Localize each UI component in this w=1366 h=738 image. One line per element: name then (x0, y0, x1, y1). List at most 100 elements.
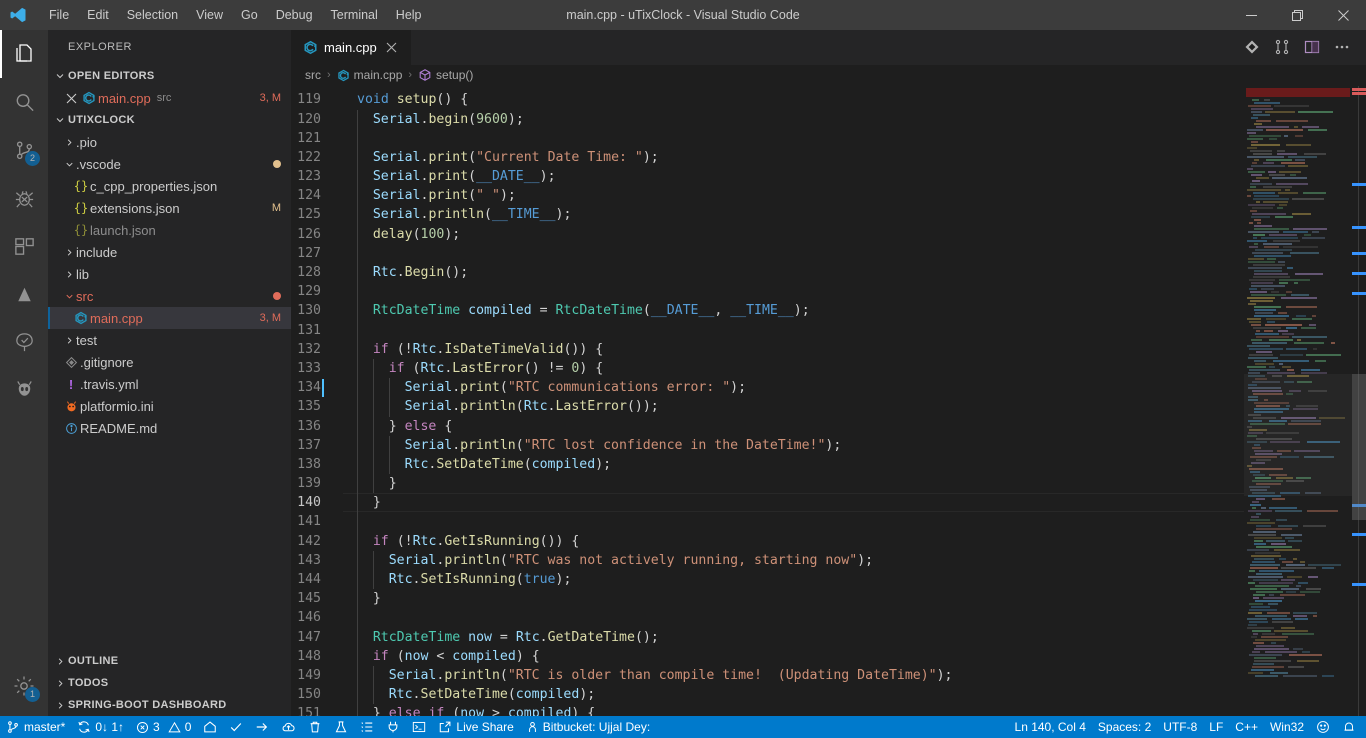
status-pio-tasks[interactable] (354, 716, 380, 738)
code-line[interactable]: 126delay(100); (291, 225, 1244, 244)
code-line[interactable]: 123Serial.print(__DATE__); (291, 167, 1244, 186)
chevron-down-icon[interactable] (62, 159, 76, 170)
minimap[interactable] (1244, 86, 1352, 716)
activitybar-item-test[interactable] (0, 318, 48, 366)
code-line[interactable]: 138Rtc.SetDateTime(compiled); (291, 455, 1244, 474)
status-encoding[interactable]: UTF-8 (1157, 716, 1203, 738)
activitybar-item-search[interactable] (0, 78, 48, 126)
tab-main-cpp[interactable]: main.cpp (291, 30, 412, 65)
overview-ruler-scrollbar[interactable] (1352, 86, 1366, 716)
code-line[interactable]: 142if (!Rtc.GetIsRunning()) { (291, 532, 1244, 551)
chevron-right-icon[interactable] (62, 335, 76, 346)
status-pio-terminal[interactable] (406, 716, 432, 738)
activitybar-item-bitbucket[interactable] (0, 366, 48, 414)
code-line[interactable]: 139} (291, 474, 1244, 493)
section-todos[interactable]: TODOS (48, 672, 291, 694)
source-control-icon[interactable] (1238, 33, 1266, 61)
code-line[interactable]: 141 (291, 512, 1244, 531)
close-icon[interactable] (62, 93, 80, 104)
tree-item-test[interactable]: test (48, 329, 291, 351)
status-pio-upload[interactable] (249, 716, 275, 738)
status-pio-serial-monitor[interactable] (380, 716, 406, 738)
code-line[interactable]: 146 (291, 608, 1244, 627)
code-line[interactable]: 127 (291, 244, 1244, 263)
status-live-share[interactable]: Live Share (432, 716, 519, 738)
chevron-right-icon[interactable] (62, 137, 76, 148)
tree-item-extensions-json[interactable]: {} extensions.json M (48, 197, 291, 219)
code-line[interactable]: 137Serial.println("RTC lost confidence i… (291, 436, 1244, 455)
breadcrumb-item-setup[interactable]: setup() (418, 68, 473, 82)
code-line[interactable]: 120Serial.begin(9600); (291, 110, 1244, 129)
section-open-editors[interactable]: OPEN EDITORS (48, 65, 291, 87)
code-line[interactable]: 148if (now < compiled) { (291, 647, 1244, 666)
code-line[interactable]: 149Serial.println("RTC is older than com… (291, 666, 1244, 685)
status-eol[interactable]: LF (1203, 716, 1229, 738)
code-line[interactable]: 119void setup() { (291, 90, 1244, 109)
close-button[interactable] (1320, 0, 1366, 30)
menu-selection[interactable]: Selection (118, 0, 187, 30)
tree-item-pio[interactable]: .pio (48, 131, 291, 153)
code-line[interactable]: 134Serial.print("RTC communications erro… (291, 378, 1244, 397)
code-line[interactable]: 125Serial.println(__TIME__); (291, 205, 1244, 224)
status-sync[interactable]: 0↓ 1↑ (71, 716, 130, 738)
status-pio-test[interactable] (328, 716, 354, 738)
activitybar-item-source-control[interactable]: 2 (0, 126, 48, 174)
breadcrumb-item-src[interactable]: src (305, 68, 321, 82)
status-language-mode[interactable]: C++ (1229, 716, 1264, 738)
tree-item-gitignore[interactable]: .gitignore (48, 351, 291, 373)
code-line[interactable]: 131 (291, 321, 1244, 340)
chevron-right-icon[interactable] (62, 269, 76, 280)
menu-terminal[interactable]: Terminal (322, 0, 387, 30)
status-pio-clean[interactable] (302, 716, 328, 738)
status-pio-upload-ota[interactable] (275, 716, 302, 738)
code-line[interactable]: 144Rtc.SetIsRunning(true); (291, 570, 1244, 589)
more-actions-icon[interactable] (1328, 33, 1356, 61)
code-line[interactable]: 121 (291, 129, 1244, 148)
activitybar-item-explorer[interactable] (0, 30, 48, 78)
status-pio-home[interactable] (197, 716, 223, 738)
section-outline[interactable]: OUTLINE (48, 650, 291, 672)
menu-view[interactable]: View (187, 0, 232, 30)
split-editor-icon[interactable] (1298, 33, 1326, 61)
tree-item-platformio-ini[interactable]: platformio.ini (48, 395, 291, 417)
code-scroll-area[interactable]: 119void setup() {120Serial.begin(9600);1… (291, 86, 1244, 716)
chevron-down-icon[interactable] (62, 291, 76, 302)
minimap-slider[interactable] (1244, 374, 1352, 496)
status-pio-build[interactable] (223, 716, 249, 738)
tree-item-readme-md[interactable]: README.md (48, 417, 291, 439)
code-line[interactable]: 129 (291, 282, 1244, 301)
menu-debug[interactable]: Debug (267, 0, 322, 30)
code-line[interactable]: 150Rtc.SetDateTime(compiled); (291, 685, 1244, 704)
tree-item-vscode[interactable]: .vscode (48, 153, 291, 175)
status-notifications[interactable] (1336, 716, 1366, 738)
activitybar-item-debug[interactable] (0, 174, 48, 222)
close-icon[interactable] (383, 38, 401, 56)
activitybar-item-platformio[interactable] (0, 270, 48, 318)
code-line[interactable]: 136} else { (291, 417, 1244, 436)
menu-help[interactable]: Help (387, 0, 431, 30)
code-line[interactable]: 145} (291, 589, 1244, 608)
code-line[interactable]: 133if (Rtc.LastError() != 0) { (291, 359, 1244, 378)
status-bitbucket-account[interactable]: Bitbucket: Ujjal Dey: (520, 716, 656, 738)
tree-item-launch-json[interactable]: {} launch.json (48, 219, 291, 241)
status-cursor-position[interactable]: Ln 140, Col 4 (1009, 716, 1092, 738)
tree-item-c-cpp-properties-json[interactable]: {} c_cpp_properties.json (48, 175, 291, 197)
section-spring-boot-dashboard[interactable]: SPRING-BOOT DASHBOARD (48, 694, 291, 716)
maximize-restore-button[interactable] (1274, 0, 1320, 30)
status-platform[interactable]: Win32 (1264, 716, 1310, 738)
activitybar-item-manage[interactable]: 1 (0, 662, 48, 710)
tree-item-main-cpp[interactable]: main.cpp 3, M (48, 307, 291, 329)
code-line[interactable]: 128Rtc.Begin(); (291, 263, 1244, 282)
activitybar-item-extensions[interactable] (0, 222, 48, 270)
tree-item-include[interactable]: include (48, 241, 291, 263)
open-editor-item-main-cpp[interactable]: main.cpp src 3, M (48, 87, 291, 109)
code-line[interactable]: 130RtcDateTime compiled = RtcDateTime(__… (291, 301, 1244, 320)
tree-item-travis-yml[interactable]: ! .travis.yml (48, 373, 291, 395)
split-compare-icon[interactable] (1268, 33, 1296, 61)
code-line[interactable]: 122Serial.print("Current Date Time: "); (291, 148, 1244, 167)
status-feedback[interactable] (1310, 716, 1336, 738)
menu-go[interactable]: Go (232, 0, 267, 30)
tree-item-src[interactable]: src (48, 285, 291, 307)
code-line[interactable]: 132if (!Rtc.IsDateTimeValid()) { (291, 340, 1244, 359)
scrollbar-thumb[interactable] (1352, 374, 1366, 520)
